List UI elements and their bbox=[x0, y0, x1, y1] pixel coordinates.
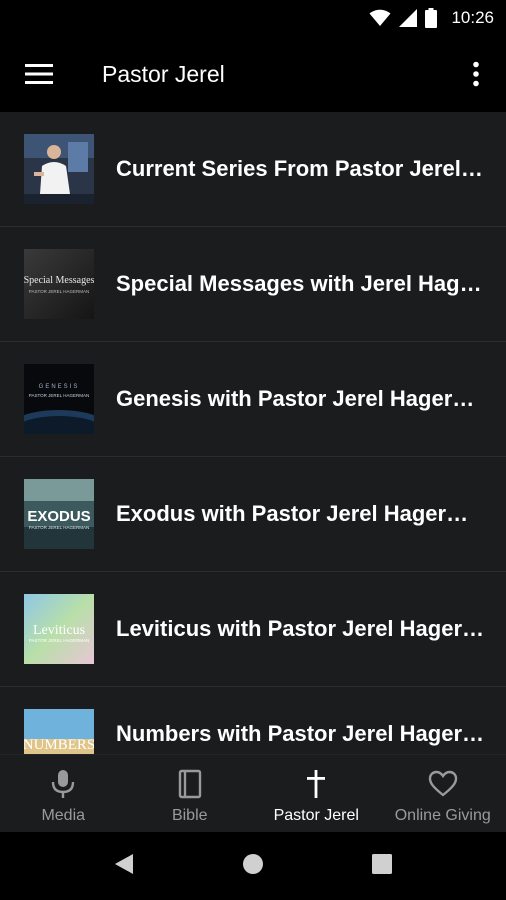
list-item-title: Leviticus with Pastor Jerel Hagerman bbox=[116, 616, 486, 641]
svg-text:NUMBERS: NUMBERS bbox=[24, 737, 94, 753]
svg-text:GENESIS: GENESIS bbox=[39, 384, 80, 390]
list-item[interactable]: NUMBERS Numbers with Pastor Jerel Hagerm… bbox=[0, 687, 506, 754]
list-item-title: Numbers with Pastor Jerel Hagerman bbox=[116, 721, 486, 746]
list-item[interactable]: GENESIS PASTOR JEREL HAGERMAN Genesis wi… bbox=[0, 342, 506, 457]
system-navigation bbox=[0, 832, 506, 900]
special-messages-thumbnail: Special Messages PASTOR JEREL HAGERMAN bbox=[24, 249, 94, 319]
list-item-title: Special Messages with Jerel Hagerman bbox=[116, 271, 486, 296]
recents-icon[interactable] bbox=[372, 853, 392, 879]
list-item-title: Exodus with Pastor Jerel Hagerman bbox=[116, 501, 486, 526]
list-item[interactable]: Leviticus PASTOR JEREL HAGERMAN Leviticu… bbox=[0, 572, 506, 687]
tab-bible-label: Bible bbox=[171, 807, 208, 824]
heart-icon bbox=[428, 767, 458, 801]
book-icon bbox=[178, 767, 202, 801]
more-vert-icon[interactable] bbox=[446, 36, 506, 112]
microphone-icon bbox=[51, 767, 75, 801]
series-list: Current Series From Pastor Jerel Hagerma… bbox=[0, 112, 506, 754]
wifi-icon bbox=[369, 9, 391, 27]
tab-pastor-jerel-label: Pastor Jerel bbox=[273, 807, 359, 824]
leviticus-thumbnail: Leviticus PASTOR JEREL HAGERMAN bbox=[24, 594, 94, 664]
genesis-thumbnail: GENESIS PASTOR JEREL HAGERMAN bbox=[24, 364, 94, 434]
cross-icon bbox=[306, 767, 326, 801]
tab-online-giving[interactable]: Online Giving bbox=[380, 755, 506, 832]
svg-text:PASTOR JEREL HAGERMAN: PASTOR JEREL HAGERMAN bbox=[29, 289, 89, 294]
list-item-title: Genesis with Pastor Jerel Hagerman bbox=[116, 386, 486, 411]
tab-bible[interactable]: Bible bbox=[127, 755, 254, 832]
tab-online-giving-label: Online Giving bbox=[394, 807, 491, 824]
list-item-title: Current Series From Pastor Jerel Hagerma… bbox=[116, 156, 486, 181]
svg-text:EXODUS: EXODUS bbox=[27, 508, 90, 525]
app-bar: Pastor Jerel bbox=[0, 36, 506, 112]
bottom-navigation: Media Bible Pastor Jerel Online Giving bbox=[0, 754, 506, 832]
status-time: 10:26 bbox=[451, 8, 494, 27]
svg-text:Special Messages: Special Messages bbox=[24, 275, 94, 286]
svg-text:Leviticus: Leviticus bbox=[33, 623, 85, 638]
back-icon[interactable] bbox=[114, 853, 134, 880]
list-item[interactable]: Current Series From Pastor Jerel Hagerma… bbox=[0, 112, 506, 227]
hamburger-menu-icon[interactable] bbox=[0, 36, 80, 112]
list-item[interactable]: Special Messages PASTOR JEREL HAGERMAN S… bbox=[0, 227, 506, 342]
tab-media[interactable]: Media bbox=[0, 755, 127, 832]
svg-text:PASTOR JEREL HAGERMAN: PASTOR JEREL HAGERMAN bbox=[29, 638, 89, 643]
speaker-photo-thumbnail bbox=[24, 134, 94, 204]
home-icon[interactable] bbox=[242, 853, 264, 880]
numbers-thumbnail: NUMBERS bbox=[24, 709, 94, 754]
svg-text:PASTOR JEREL HAGERMAN: PASTOR JEREL HAGERMAN bbox=[29, 525, 89, 530]
tab-media-label: Media bbox=[41, 807, 86, 824]
list-item[interactable]: EXODUS PASTOR JEREL HAGERMAN Exodus with… bbox=[0, 457, 506, 572]
tab-pastor-jerel[interactable]: Pastor Jerel bbox=[253, 755, 380, 832]
battery-icon bbox=[425, 8, 438, 28]
status-bar: 10:26 bbox=[0, 0, 506, 36]
exodus-thumbnail: EXODUS PASTOR JEREL HAGERMAN bbox=[24, 479, 94, 549]
page-title: Pastor Jerel bbox=[102, 60, 225, 87]
cell-signal-icon bbox=[399, 9, 418, 27]
svg-text:PASTOR JEREL HAGERMAN: PASTOR JEREL HAGERMAN bbox=[29, 393, 89, 398]
